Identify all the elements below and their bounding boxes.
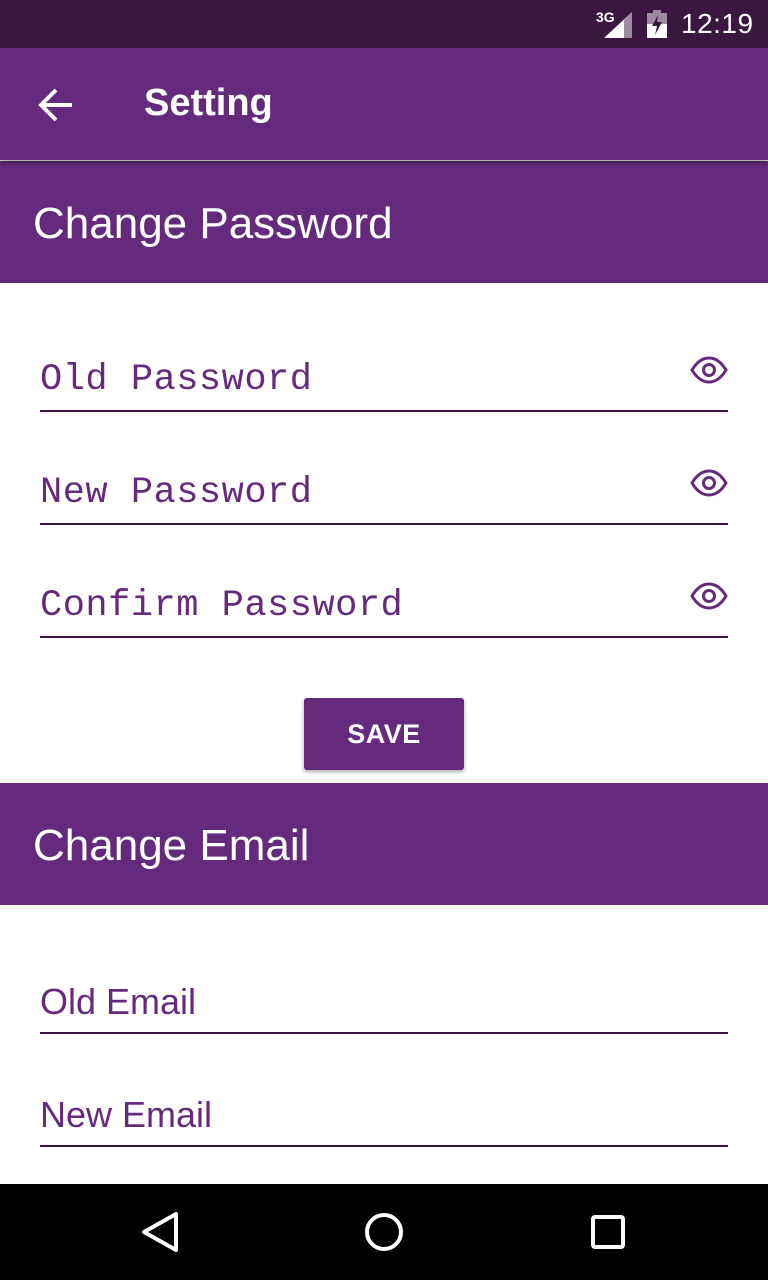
app-bar: Setting [0,48,768,160]
status-time: 12:19 [681,8,754,39]
change-email-title: Change Email [33,821,310,870]
square-recents-icon [591,1215,625,1249]
change-password-header: Change Password [0,161,768,283]
change-email-header: Change Email [0,783,768,905]
confirm-password-field [40,578,728,638]
circle-home-icon [365,1213,403,1251]
old-password-input[interactable] [40,352,680,408]
arrow-back-icon [38,88,72,122]
old-email-input[interactable] [40,974,680,1030]
old-email-field [40,974,728,1034]
save-button[interactable]: SAVE [304,698,464,770]
eye-icon[interactable] [690,469,728,497]
confirm-password-input[interactable] [40,578,680,634]
nav-home-button[interactable] [354,1204,414,1260]
old-password-field [40,352,728,412]
eye-icon[interactable] [690,582,728,610]
new-email-input[interactable] [40,1087,680,1143]
change-password-title: Change Password [33,199,393,248]
page-title: Setting [144,82,273,124]
navigation-bar [0,1184,768,1280]
new-email-field [40,1087,728,1147]
new-password-input[interactable] [40,465,680,521]
status-bar: 3G 12:19 [0,0,768,48]
back-button[interactable] [24,72,88,136]
battery-icon [647,10,667,38]
nav-recents-button[interactable] [578,1204,638,1260]
nav-back-button[interactable] [130,1204,190,1260]
new-password-field [40,465,728,525]
eye-icon[interactable] [690,356,728,384]
signal-icon [604,12,632,38]
triangle-back-icon [142,1212,178,1252]
